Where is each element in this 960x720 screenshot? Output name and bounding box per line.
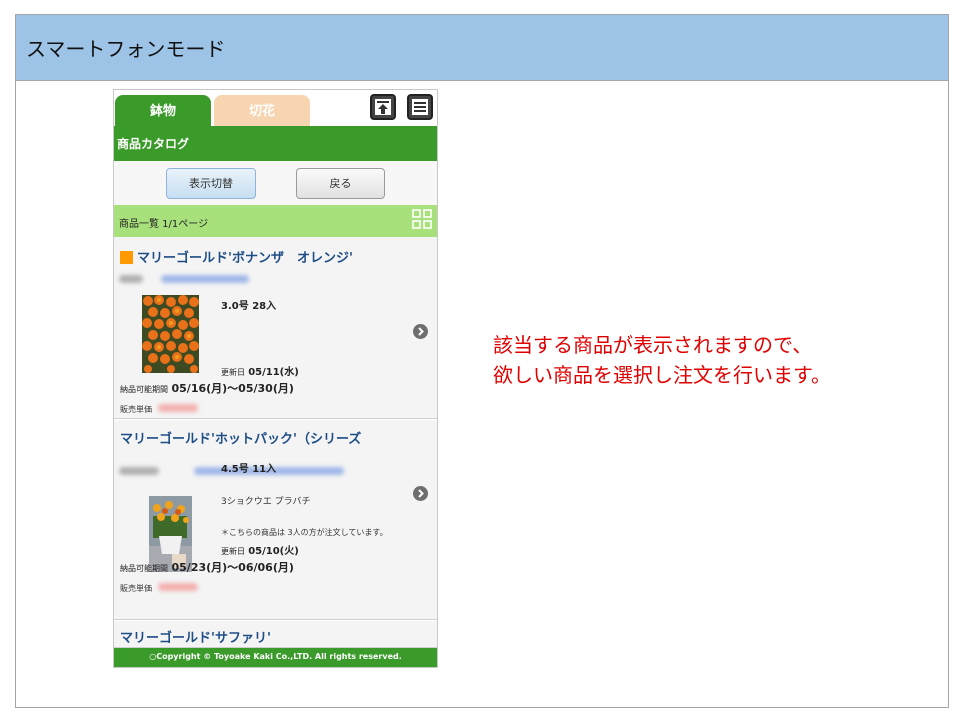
list-header: 商品一覧 1/1ページ: [114, 205, 437, 237]
product-code: 3ショクウエ プラバチ: [221, 497, 311, 507]
menu-button[interactable]: [407, 94, 433, 120]
product-delivery-period: 納品可能期間 05/23(月)～06/06(月): [120, 561, 294, 574]
callout-line-2: 欲しい商品を選択し注文を行います。: [493, 363, 831, 387]
slide-header: スマートフォンモード: [16, 15, 948, 81]
blurred-label: [119, 467, 159, 475]
callout-text: 該当する商品が表示されますので、 欲しい商品を選択し注文を行います。: [493, 330, 933, 390]
product-spec: 4.5号 11入: [221, 464, 277, 475]
scroll-top-button[interactable]: [370, 94, 396, 120]
product-delivery-period: 納品可能期間 05/16(月)～05/30(月): [120, 382, 294, 395]
product-item[interactable]: マリーゴールド'ホットパック'（シリーズ 4.5号 11入 3ショクウエ プラバ…: [114, 420, 437, 620]
chevron-right-icon[interactable]: [413, 486, 428, 501]
arrow-to-top-icon: [375, 99, 391, 115]
product-title[interactable]: マリーゴールド'ホットパック'（シリーズ: [120, 428, 361, 447]
blurred-price: [158, 583, 198, 591]
back-button[interactable]: 戻る: [296, 168, 385, 199]
footer: ○Copyright © Toyoake Kaki Co.,LTD. All r…: [114, 648, 437, 667]
list-header-text: 商品一覧 1/1ページ: [119, 219, 209, 230]
product-title[interactable]: マリーゴールド'サファリ': [120, 627, 271, 646]
product-title[interactable]: マリーゴールド'ボナンザ オレンジ': [120, 247, 353, 266]
tab-hachimono[interactable]: 鉢物: [115, 95, 211, 126]
chevron-right-icon[interactable]: [413, 324, 428, 339]
product-spec: 3.0号 28入: [221, 301, 277, 312]
product-photo: [142, 295, 199, 373]
grid-view-icon[interactable]: [412, 209, 432, 229]
hamburger-menu-icon: [412, 99, 428, 115]
blurred-value: [161, 275, 249, 283]
callout-line-1: 該当する商品が表示されますので、: [493, 333, 813, 357]
product-updated: 更新日 05/10(火): [221, 546, 299, 557]
toggle-view-button[interactable]: 表示切替: [166, 168, 256, 199]
button-row: 表示切替 戻る: [114, 161, 437, 205]
product-updated: 更新日 05/11(水): [221, 367, 299, 378]
phone-screen: 鉢物 切花 商品カタログ 表示切替 戻る 商品一覧 1/1ページ マリーゴールド…: [113, 89, 438, 668]
blurred-price: [158, 404, 198, 412]
product-price-label: 販売単価: [120, 405, 152, 414]
blurred-label: [119, 275, 143, 283]
catalog-title: 商品カタログ: [117, 137, 190, 151]
product-order-note: ＊こちらの商品は 3人の方が注文しています。: [221, 528, 388, 537]
product-price-label: 販売単価: [120, 584, 152, 593]
tab-bar: 鉢物 切花: [114, 90, 437, 126]
marker-icon: [120, 251, 133, 264]
slide-title: スマートフォンモード: [26, 37, 226, 61]
catalog-bar: 商品カタログ: [114, 126, 437, 161]
tab-kiribana[interactable]: 切花: [214, 95, 310, 126]
product-item[interactable]: マリーゴールド'ボナンザ オレンジ' 3.0号 28入 更新日 05/11(水)…: [114, 237, 437, 419]
product-item[interactable]: マリーゴールド'サファリ': [114, 621, 437, 648]
copyright-text: ○Copyright © Toyoake Kaki Co.,LTD. All r…: [149, 652, 402, 661]
